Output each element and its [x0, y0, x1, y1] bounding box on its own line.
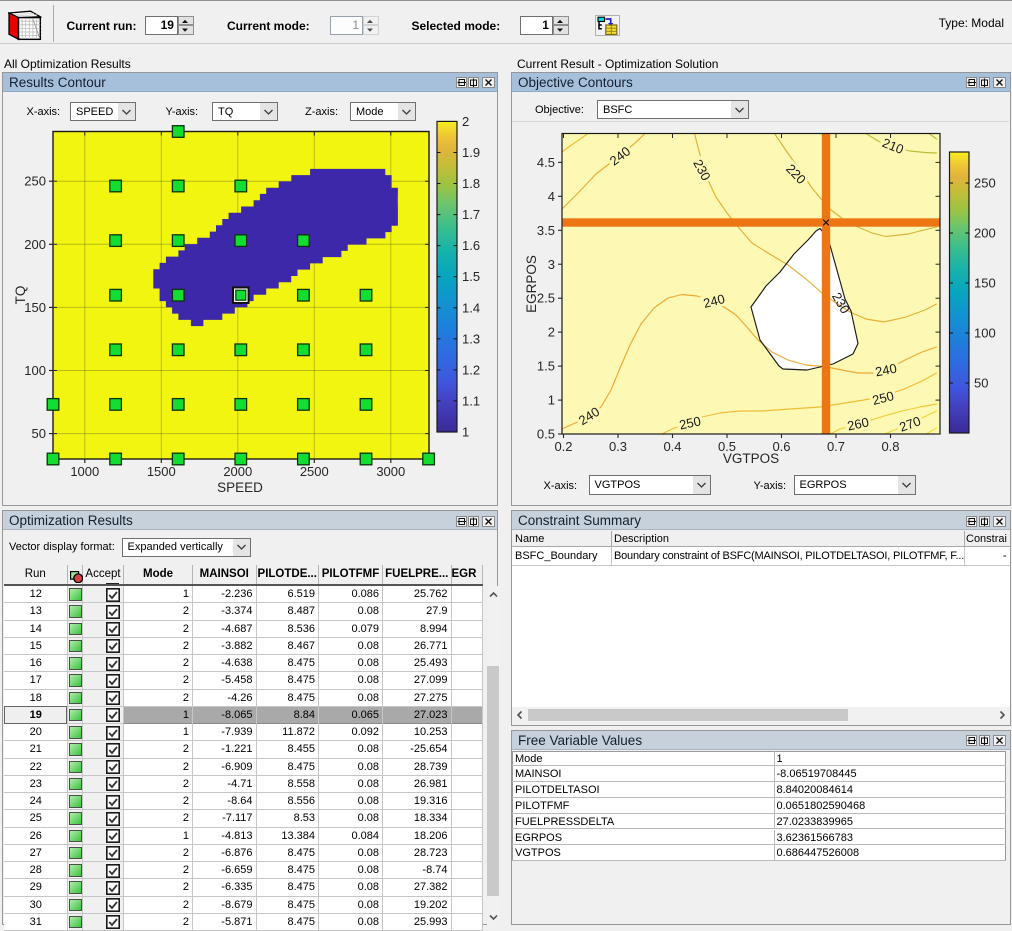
svg-text:VGTPOS: VGTPOS [723, 451, 779, 466]
svg-text:50: 50 [974, 376, 988, 391]
svg-text:1.8: 1.8 [462, 176, 480, 191]
svg-text:250: 250 [24, 174, 46, 189]
svg-text:1.2: 1.2 [462, 362, 480, 377]
svg-text:3000: 3000 [376, 464, 405, 479]
svg-text:100: 100 [974, 326, 996, 341]
svg-text:2500: 2500 [300, 464, 329, 479]
svg-text:0.4: 0.4 [663, 439, 681, 454]
svg-text:1.7: 1.7 [462, 207, 480, 222]
svg-text:2.5: 2.5 [537, 291, 555, 306]
svg-text:4.5: 4.5 [537, 155, 555, 170]
svg-text:1.3: 1.3 [462, 331, 480, 346]
svg-text:2: 2 [548, 325, 555, 340]
svg-text:1.9: 1.9 [462, 145, 480, 160]
svg-text:0.8: 0.8 [881, 439, 899, 454]
svg-text:50: 50 [32, 426, 46, 441]
svg-text:1.1: 1.1 [462, 393, 480, 408]
svg-text:2: 2 [462, 114, 469, 129]
svg-text:1.5: 1.5 [537, 359, 555, 374]
svg-text:TQ: TQ [13, 286, 28, 305]
svg-text:1.6: 1.6 [462, 238, 480, 253]
svg-text:EGRPOS: EGRPOS [524, 255, 539, 313]
svg-text:3: 3 [548, 257, 555, 272]
svg-text:0.5: 0.5 [537, 427, 555, 442]
svg-text:200: 200 [24, 237, 46, 252]
svg-text:100: 100 [24, 363, 46, 378]
svg-text:0.7: 0.7 [827, 439, 845, 454]
svg-text:1: 1 [462, 425, 469, 440]
svg-text:1500: 1500 [147, 464, 176, 479]
svg-text:0.2: 0.2 [554, 439, 572, 454]
svg-text:3.5: 3.5 [537, 223, 555, 238]
svg-text:4: 4 [548, 189, 555, 204]
svg-text:150: 150 [974, 276, 996, 291]
svg-text:1.5: 1.5 [462, 269, 480, 284]
svg-text:2000: 2000 [223, 464, 252, 479]
svg-text:1000: 1000 [70, 464, 99, 479]
svg-text:1.4: 1.4 [462, 300, 480, 315]
svg-text:250: 250 [974, 176, 996, 191]
svg-text:1: 1 [548, 393, 555, 408]
svg-text:200: 200 [974, 226, 996, 241]
svg-text:0.3: 0.3 [609, 439, 627, 454]
svg-text:SPEED: SPEED [217, 480, 263, 495]
